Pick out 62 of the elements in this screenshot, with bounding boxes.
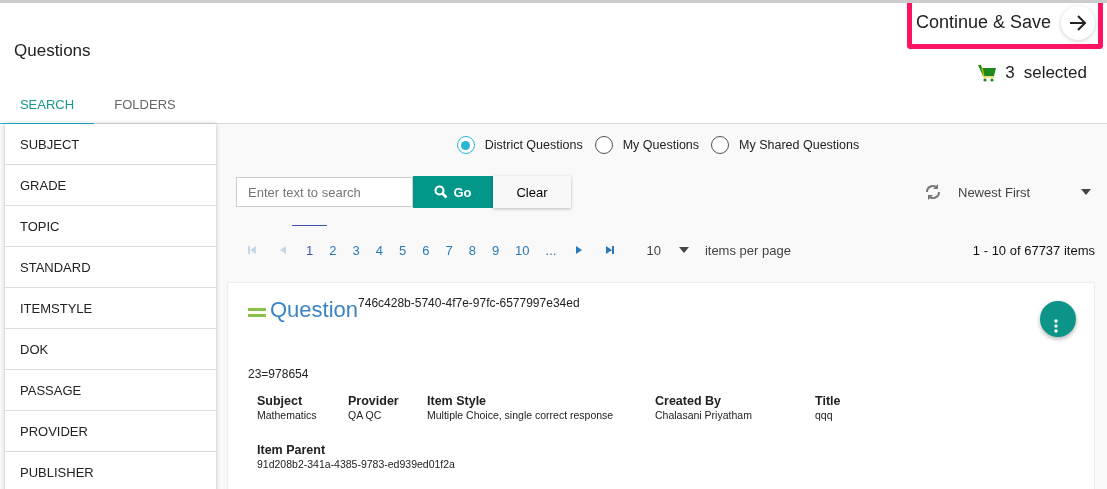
question-id: 746c428b-5740-4f7e-97fc-6577997e34ed <box>358 296 580 310</box>
radio-label[interactable]: District Questions <box>484 138 583 152</box>
cart-icon <box>978 64 997 82</box>
last-page-icon[interactable] <box>605 245 616 255</box>
radio-button[interactable] <box>594 136 613 154</box>
filter-item[interactable]: SUBJECT <box>5 124 216 165</box>
radio-button[interactable] <box>711 136 730 154</box>
caret-icon <box>678 247 689 253</box>
page-link[interactable]: 5 <box>390 242 415 258</box>
radio-label[interactable]: My Shared Questions <box>739 138 860 152</box>
field-value: 91d208b2-341a-4385-9783-ed939ed01f2a <box>257 458 456 470</box>
filter-item[interactable]: PROVIDER <box>5 411 216 452</box>
search-field[interactable]: Enter text to search <box>236 177 413 207</box>
field-value: Chalasani Priyatham <box>655 409 753 421</box>
drag-handle-icon[interactable] <box>248 308 266 317</box>
page-link[interactable]: 3 <box>344 242 368 258</box>
field-label: Item Parent <box>257 443 327 457</box>
filter-item[interactable]: GRADE <box>5 165 216 206</box>
search-icon <box>434 185 449 199</box>
next-page-icon[interactable] <box>575 245 584 255</box>
field-label: Subject <box>257 394 304 408</box>
field-label: Item Style <box>427 394 488 408</box>
field-label: Created By <box>655 394 722 408</box>
field-label: Title <box>815 394 841 408</box>
more-vertical-icon <box>1054 318 1058 333</box>
selected-count: 3 <box>1005 63 1015 83</box>
filter-item[interactable]: PASSAGE <box>5 370 216 411</box>
filter-item[interactable]: ITEMSTYLE <box>5 288 216 329</box>
page-link[interactable]: 9 <box>483 242 508 258</box>
selected-label: selected <box>1023 63 1087 83</box>
page-link[interactable]: 6 <box>414 242 438 258</box>
filter-item[interactable]: TOPIC <box>5 206 216 247</box>
field-label: Provider <box>348 394 400 408</box>
filter-item[interactable]: DOK <box>5 329 216 370</box>
page-link[interactable]: ... <box>537 242 565 258</box>
field-value: QA QC <box>348 409 383 421</box>
items-summary: 1 - 10 of 67737 items <box>972 242 1095 258</box>
caret-icon <box>1081 189 1091 195</box>
question-text: 23=978654 <box>248 367 310 381</box>
radio-button[interactable] <box>456 136 475 154</box>
page-link[interactable]: 4 <box>367 242 391 258</box>
radio-label[interactable]: My Questions <box>622 138 700 152</box>
question-title: Question <box>270 297 359 323</box>
arrow-right-icon <box>1069 14 1087 31</box>
page-title: Questions <box>14 41 91 61</box>
field-value: Multiple Choice, single correct response <box>427 409 615 421</box>
filter-item[interactable]: STANDARD <box>5 247 216 288</box>
sort-dropdown[interactable]: Newest First <box>958 184 1091 200</box>
page-size-dropdown[interactable]: 10 <box>646 242 689 258</box>
field-value: Mathematics <box>257 409 318 421</box>
tab[interactable]: FOLDERS <box>98 83 192 126</box>
field-value: qqq <box>815 409 834 421</box>
refresh-icon[interactable] <box>924 183 942 201</box>
page-link[interactable]: 10 <box>507 242 538 258</box>
page-size-label: items per page <box>704 242 791 258</box>
more-options-button[interactable] <box>1040 301 1076 337</box>
filter-item[interactable]: PUBLISHER <box>5 452 216 489</box>
page-link[interactable]: 7 <box>437 242 461 258</box>
page-link[interactable]: 1 <box>292 224 328 258</box>
go-button[interactable]: Go <box>413 176 493 208</box>
clear-button[interactable]: Clear <box>493 176 571 208</box>
page-link[interactable]: 8 <box>460 242 484 258</box>
